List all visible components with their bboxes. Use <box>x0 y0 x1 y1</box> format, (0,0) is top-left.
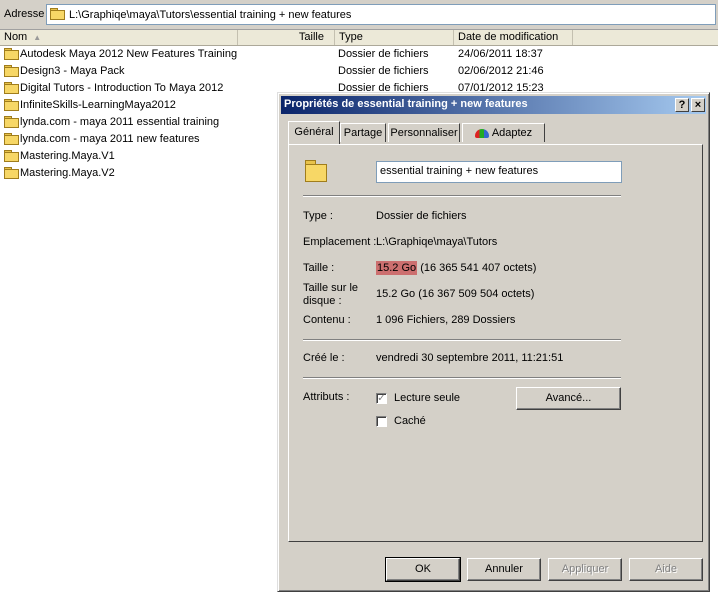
general-panel: essential training + new features Type :… <box>288 144 703 542</box>
address-bar: Adresse L:\Graphiqe\maya\Tutors\essentia… <box>0 0 718 30</box>
location-value: L:\Graphiqe\maya\Tutors <box>376 236 498 248</box>
folder-icon <box>4 167 19 179</box>
file-name: lynda.com - maya 2011 essential training <box>20 116 220 128</box>
created-value: vendredi 30 septembre 2011, 11:21:51 <box>376 352 564 364</box>
file-name: Autodesk Maya 2012 New Features Training <box>20 48 238 60</box>
file-name: Mastering.Maya.V1 <box>20 150 115 162</box>
folder-icon <box>4 150 19 162</box>
readonly-checkbox[interactable]: ✓ <box>376 393 387 404</box>
file-name: Mastering.Maya.V2 <box>20 167 115 179</box>
tab-partage[interactable]: Partage <box>340 123 386 142</box>
folder-icon <box>4 99 19 111</box>
file-name: lynda.com - maya 2011 new features <box>20 133 200 145</box>
folder-icon <box>50 8 65 20</box>
column-type[interactable]: Type <box>335 30 454 45</box>
contents-label: Contenu : <box>303 314 351 326</box>
file-date: 02/06/2012 21:46 <box>458 65 544 77</box>
file-name: Design3 - Maya Pack <box>20 65 125 77</box>
size-highlight: 15.2 Go <box>376 261 418 275</box>
address-path: L:\Graphiqe\maya\Tutors\essential traini… <box>69 9 352 21</box>
help-bottom-button[interactable]: Aide <box>629 558 703 581</box>
close-button[interactable]: × <box>691 98 705 112</box>
separator <box>303 339 621 341</box>
ok-button[interactable]: OK <box>385 557 461 582</box>
folder-icon <box>4 82 19 94</box>
folder-large-icon <box>305 160 327 182</box>
file-name: InfiniteSkills-LearningMaya2012 <box>20 99 176 111</box>
separator <box>303 377 621 379</box>
file-type: Dossier de fichiers <box>338 65 429 77</box>
folder-icon <box>4 65 19 77</box>
apply-button[interactable]: Appliquer <box>548 558 622 581</box>
tab-personnaliser[interactable]: Personnaliser <box>388 123 460 142</box>
hidden-label[interactable]: Caché <box>394 415 426 427</box>
properties-dialog: Propriétés de essential training + new f… <box>277 92 710 592</box>
tab-general[interactable]: Général <box>288 121 340 144</box>
separator <box>303 195 621 197</box>
folder-icon <box>4 48 19 60</box>
help-button[interactable]: ? <box>675 98 689 112</box>
cancel-button[interactable]: Annuler <box>467 558 541 581</box>
dialog-titlebar[interactable]: Propriétés de essential training + new f… <box>281 96 706 114</box>
column-header: Nom ▲ Taille Type Date de modification <box>0 30 718 46</box>
list-item[interactable]: Design3 - Maya Pack Dossier de fichiers … <box>0 63 718 80</box>
location-label: Emplacement : <box>303 236 377 248</box>
type-label: Type : <box>303 210 333 222</box>
file-date: 24/06/2011 18:37 <box>458 48 543 60</box>
address-label: Adresse <box>4 8 45 20</box>
file-name: Digital Tutors - Introduction To Maya 20… <box>20 82 224 94</box>
sort-up-icon: ▲ <box>33 33 42 42</box>
column-date[interactable]: Date de modification <box>454 30 573 45</box>
file-type: Dossier de fichiers <box>338 48 429 60</box>
tab-adaptez[interactable]: Adaptez <box>462 123 545 142</box>
folder-icon <box>4 116 19 128</box>
attributes-label: Attributs : <box>303 391 350 403</box>
created-label: Créé le : <box>303 352 345 364</box>
size-label: Taille : <box>303 262 335 274</box>
column-name[interactable]: Nom ▲ <box>0 30 238 45</box>
dialog-title: Propriétés de essential training + new f… <box>284 98 528 110</box>
list-item[interactable]: Autodesk Maya 2012 New Features Training… <box>0 46 718 63</box>
disk-size-value: 15.2 Go (16 367 509 504 octets) <box>376 288 535 300</box>
column-size[interactable]: Taille <box>238 30 335 45</box>
adaptez-icon <box>474 128 489 138</box>
disk-size-label-line1: Taille sur le <box>303 282 359 294</box>
advanced-button[interactable]: Avancé... <box>516 387 621 410</box>
type-value: Dossier de fichiers <box>376 210 467 222</box>
tab-bar: Général Partage Personnaliser Adaptez <box>288 121 708 145</box>
size-value: 15.2 Go (16 365 541 407 octets) <box>376 261 537 275</box>
address-input[interactable]: L:\Graphiqe\maya\Tutors\essential traini… <box>46 4 716 25</box>
folder-icon <box>4 133 19 145</box>
contents-value: 1 096 Fichiers, 289 Dossiers <box>376 314 516 326</box>
readonly-label[interactable]: Lecture seule <box>394 392 460 404</box>
disk-size-label-line2: disque : <box>303 295 342 307</box>
folder-name-field[interactable]: essential training + new features <box>376 161 622 183</box>
hidden-checkbox[interactable] <box>376 416 387 427</box>
